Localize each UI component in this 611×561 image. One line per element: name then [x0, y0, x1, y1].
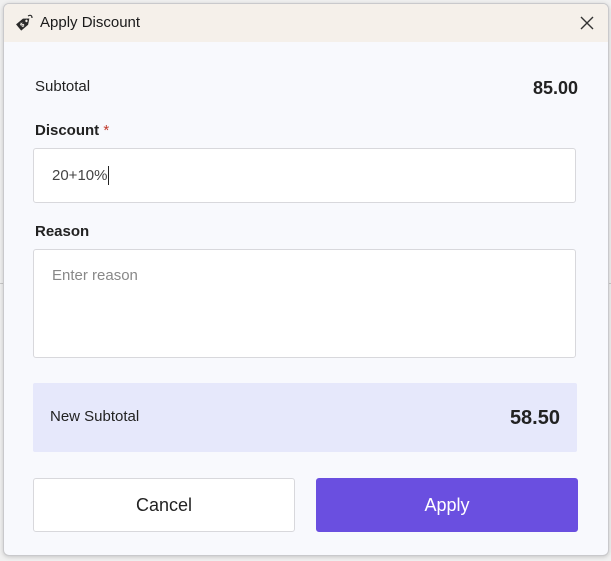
text-caret — [108, 166, 110, 185]
required-marker: * — [103, 122, 110, 139]
window-title: Apply Discount — [40, 14, 141, 31]
close-button[interactable] — [575, 11, 599, 35]
reason-input[interactable]: Enter reason — [33, 249, 576, 358]
close-icon — [580, 16, 594, 30]
title-bar: $ Apply Discount — [4, 4, 608, 42]
cancel-button[interactable]: Cancel — [33, 478, 295, 532]
discount-input[interactable]: 20+10% — [33, 148, 576, 203]
reason-placeholder: Enter reason — [52, 267, 138, 284]
subtotal-value: 85.00 — [532, 78, 578, 98]
new-subtotal-label: New Subtotal — [50, 408, 140, 425]
discount-input-value: 20+10% — [52, 167, 108, 184]
subtotal-label: Subtotal — [35, 78, 91, 95]
price-tag-icon: $ — [13, 12, 35, 34]
new-subtotal-panel: New Subtotal 58.50 — [33, 383, 577, 452]
apply-discount-dialog: $ Apply Discount Subtotal 85.00 Discount… — [3, 3, 609, 556]
new-subtotal-value: 58.50 — [509, 407, 560, 429]
discount-label: Discount * — [35, 122, 109, 139]
reason-label: Reason — [35, 223, 90, 240]
discount-label-text: Discount — [35, 122, 100, 139]
apply-button[interactable]: Apply — [316, 478, 578, 532]
